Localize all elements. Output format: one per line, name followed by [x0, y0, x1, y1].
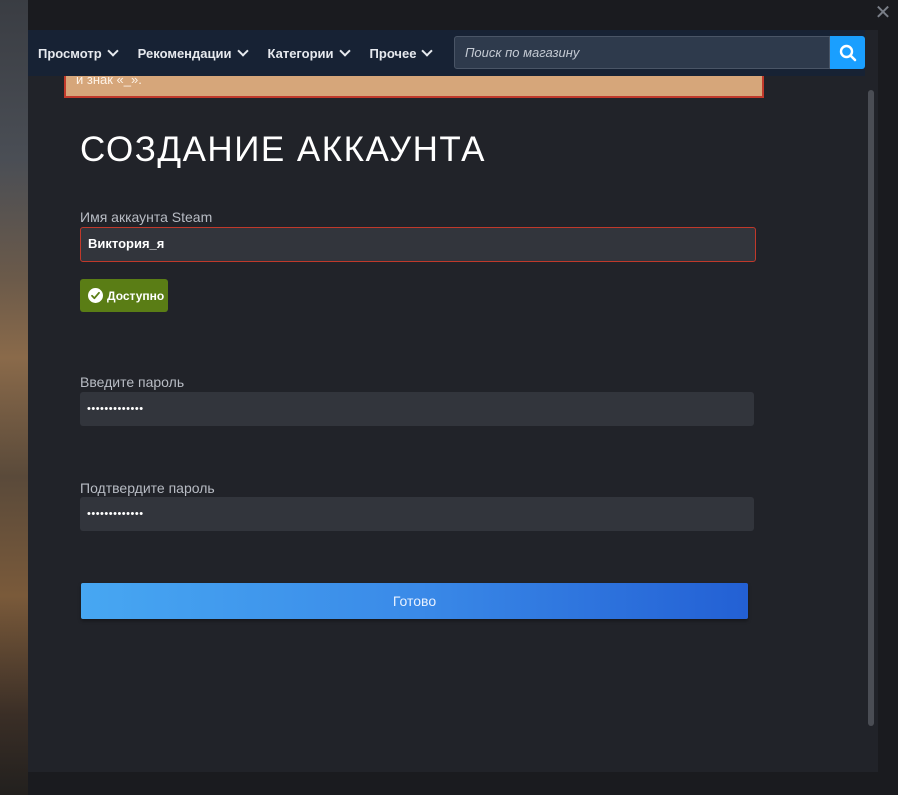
chevron-down-icon [338, 45, 351, 57]
nav-item-browse[interactable]: Просмотр [38, 45, 119, 61]
availability-text: Доступно [107, 288, 165, 303]
confirm-password-field[interactable]: ••••••••••••• [80, 497, 754, 531]
scrollbar[interactable] [868, 90, 874, 726]
username-field[interactable]: Виктория_я [80, 227, 756, 262]
availability-badge: Доступно [80, 279, 168, 312]
close-icon[interactable]: ✕ [874, 3, 892, 23]
nav-item-label: Прочее [369, 45, 417, 61]
search-button[interactable] [830, 36, 865, 69]
check-circle-icon [88, 288, 103, 303]
nav-item-label: Категории [267, 45, 334, 61]
nav-item-label: Просмотр [38, 45, 102, 61]
search-icon [839, 44, 856, 61]
page-title: СОЗДАНИЕ АККАУНТА [80, 130, 486, 169]
nav-item-recommendations[interactable]: Рекомендации [137, 45, 249, 61]
chevron-down-icon [421, 45, 434, 57]
nav-item-more[interactable]: Прочее [369, 45, 434, 61]
submit-button[interactable]: Готово [81, 583, 748, 619]
store-search-input[interactable]: Поиск по магазину [454, 36, 830, 69]
popup-window: ✕ и знак «_». Просмотр Рекомендации Кате… [0, 0, 898, 795]
nav-item-label: Рекомендации [137, 45, 232, 61]
confirm-password-label: Подтвердите пароль [80, 480, 215, 496]
account-creation-dialog: и знак «_». Просмотр Рекомендации Катего… [28, 30, 878, 772]
nav-item-categories[interactable]: Категории [267, 45, 351, 61]
store-navbar: Просмотр Рекомендации Категории Прочее П… [28, 30, 865, 76]
chevron-down-icon [236, 45, 249, 57]
password-field[interactable]: ••••••••••••• [80, 392, 754, 426]
username-label: Имя аккаунта Steam [80, 209, 213, 225]
chevron-down-icon [106, 45, 119, 57]
password-label: Введите пароль [80, 374, 185, 390]
